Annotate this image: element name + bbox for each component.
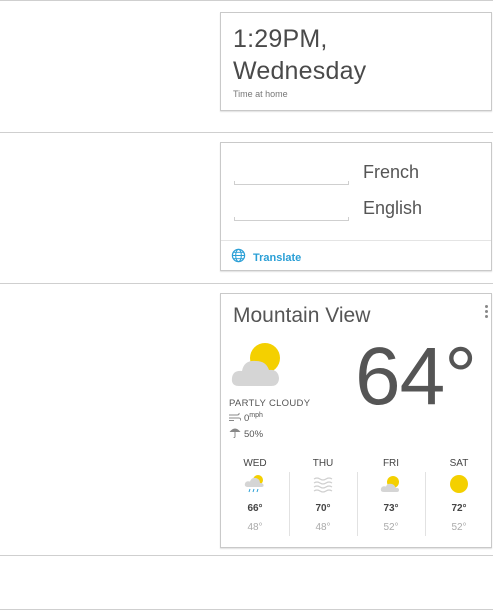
forecast-low: 52° bbox=[451, 522, 467, 533]
section-divider bbox=[0, 132, 493, 133]
target-text-input[interactable] bbox=[234, 217, 349, 221]
rain-cloud-icon bbox=[244, 474, 266, 499]
partly-cloudy-icon bbox=[231, 342, 289, 393]
condition-text: PARTLY CLOUDY bbox=[229, 398, 311, 409]
translate-button[interactable]: Translate bbox=[231, 248, 301, 268]
source-text-input[interactable] bbox=[234, 181, 349, 185]
day-value: Wednesday bbox=[233, 57, 367, 85]
time-card[interactable]: 1:29PM, Wednesday Time at home bbox=[220, 12, 492, 111]
overflow-menu-icon[interactable] bbox=[483, 305, 489, 321]
time-value: 1:29PM, bbox=[233, 25, 328, 53]
target-language[interactable]: English bbox=[363, 198, 422, 219]
sun-icon bbox=[449, 474, 469, 499]
partly-cloudy-icon bbox=[380, 475, 402, 498]
translate-card: French English Translate bbox=[220, 142, 492, 271]
precipitation-row: 50% bbox=[229, 427, 263, 441]
forecast-day: WED 66° 48° bbox=[221, 456, 289, 544]
forecast-low: 48° bbox=[315, 522, 331, 533]
current-temperature: 64° bbox=[355, 331, 477, 422]
section-divider bbox=[0, 0, 493, 1]
wind-icon bbox=[229, 412, 242, 425]
city-name: Mountain View bbox=[233, 304, 371, 327]
forecast-high: 72° bbox=[451, 503, 467, 514]
forecast-day-label: THU bbox=[312, 458, 334, 469]
umbrella-icon bbox=[229, 427, 241, 441]
source-language[interactable]: French bbox=[363, 162, 419, 183]
section-divider bbox=[0, 555, 493, 556]
wind-unit: mph bbox=[249, 412, 263, 420]
translate-label: Translate bbox=[253, 252, 302, 264]
time-caption: Time at home bbox=[233, 89, 288, 99]
forecast-day-label: SAT bbox=[449, 458, 469, 469]
section-divider bbox=[0, 609, 493, 610]
forecast-day: FRI 73° 52° bbox=[357, 456, 425, 544]
card-divider bbox=[221, 240, 491, 241]
weather-card[interactable]: Mountain View 64° PARTLY CLOUDY 0mph 50%… bbox=[220, 293, 492, 548]
forecast-day-label: FRI bbox=[382, 458, 400, 469]
precipitation-value: 50% bbox=[244, 428, 264, 440]
fog-icon bbox=[312, 475, 334, 498]
forecast-low: 48° bbox=[247, 522, 263, 533]
forecast-day-label: WED bbox=[243, 458, 267, 469]
forecast-high: 66° bbox=[247, 503, 263, 514]
forecast-day: THU 70° 48° bbox=[289, 456, 357, 544]
forecast-high: 73° bbox=[383, 503, 399, 514]
globe-icon bbox=[231, 248, 246, 268]
wind-row: 0mph bbox=[229, 412, 263, 425]
forecast-low: 52° bbox=[383, 522, 399, 533]
section-divider bbox=[0, 283, 493, 284]
forecast-day: SAT 72° 52° bbox=[425, 456, 493, 544]
forecast-high: 70° bbox=[315, 503, 331, 514]
